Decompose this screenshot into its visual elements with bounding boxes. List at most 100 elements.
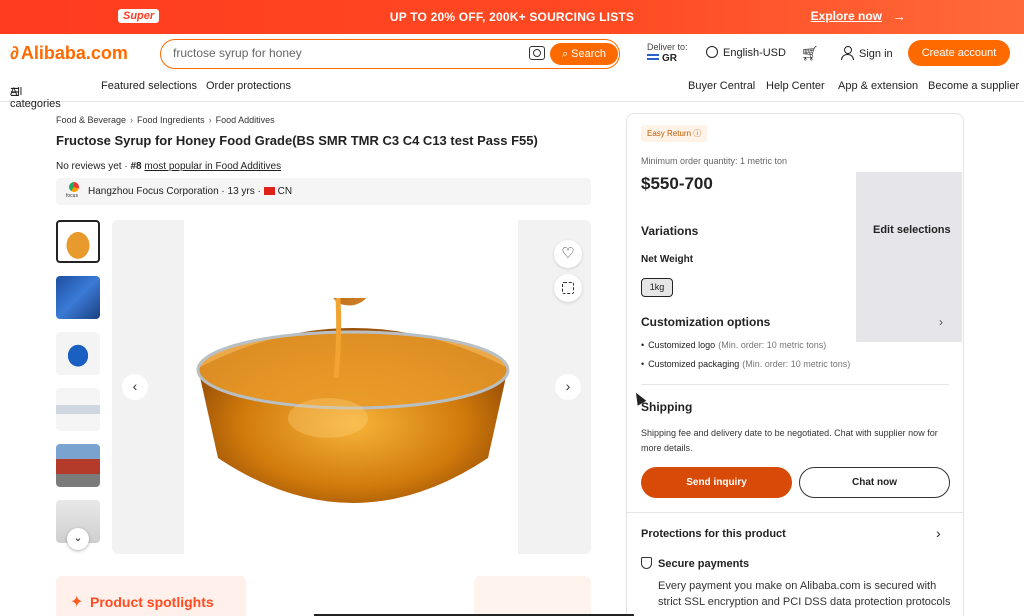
divider — [627, 512, 963, 513]
bullet: • — [641, 359, 645, 369]
breadcrumb-item[interactable]: Food & Beverage — [56, 115, 126, 125]
spotlights-label: Product spotlights — [90, 594, 214, 610]
deliver-country: GR — [647, 53, 688, 64]
arrow-right-icon: → — [892, 8, 906, 24]
shield-icon — [641, 557, 652, 569]
explore-now-link[interactable]: Explore now — [811, 9, 882, 23]
reviews-line: No reviews yet · #8 most popular in Food… — [56, 161, 282, 172]
featured-selections-link[interactable]: Featured selections — [101, 80, 197, 92]
deliver-label: Deliver to: — [647, 42, 688, 52]
custom-option-name: Customized packaging — [648, 359, 740, 369]
greece-flag-icon — [647, 54, 659, 63]
previous-image-button[interactable]: ‹ — [122, 374, 148, 400]
image-search-icon[interactable] — [554, 274, 582, 302]
price-range: $550-700 — [641, 174, 713, 193]
buyer-central-link[interactable]: Buyer Central — [688, 80, 755, 92]
breadcrumb-separator: › — [208, 115, 212, 125]
selection-overlay — [856, 172, 962, 342]
person-icon — [841, 46, 854, 60]
breadcrumb: Food & Beverage › Food Ingredients › Food Ad… — [56, 115, 275, 125]
app-extension-link[interactable]: App & extension — [838, 80, 918, 92]
main-product-image[interactable]: ‹ › ♡ — [112, 220, 591, 554]
camera-icon[interactable] — [529, 46, 545, 60]
chevron-right-icon[interactable]: › — [936, 525, 941, 541]
supplier-country: CN — [277, 186, 293, 197]
create-account-button[interactable]: Create account — [908, 40, 1010, 66]
language-label: English-USD — [723, 47, 786, 59]
thumbnail-syrup-spoon[interactable] — [56, 388, 100, 431]
spotlight-card[interactable] — [474, 576, 591, 616]
rank-number[interactable]: #8 — [130, 161, 141, 172]
honey-bowl-image — [196, 298, 510, 503]
send-inquiry-button[interactable]: Send inquiry — [641, 467, 792, 498]
category-nav: ☰ All categories Featured selections Ord… — [0, 74, 1024, 110]
thumbnail-truck-loading[interactable] — [56, 444, 100, 487]
chat-now-button[interactable]: Chat now — [799, 467, 950, 498]
bullet: • — [641, 340, 645, 350]
logo-mark-icon: ∂ — [10, 43, 19, 63]
supplier-name[interactable]: Hangzhou Focus Corporation — [88, 186, 219, 197]
shipping-heading: Shipping — [641, 400, 693, 414]
globe-icon — [706, 46, 718, 58]
product-title: Fructose Syrup for Honey Food Grade(BS S… — [56, 133, 538, 148]
divider — [641, 384, 949, 385]
reviews-text: No reviews yet — [56, 161, 122, 172]
cart-icon[interactable]: 🛒︎ — [801, 45, 819, 62]
net-weight-label: Net Weight — [641, 254, 694, 265]
alibaba-logo[interactable]: ∂ Alibaba.com — [10, 43, 128, 64]
thumbnail-blue-drum[interactable] — [56, 332, 100, 375]
customization-heading: Customization options — [641, 315, 771, 329]
thumbnail-honey-bowl[interactable] — [56, 220, 100, 263]
supplier-years: 13 yrs — [227, 186, 255, 197]
search-button[interactable]: ⌕ Search — [550, 43, 618, 65]
variations-heading: Variations — [641, 224, 699, 238]
heart-icon[interactable]: ♡ — [554, 240, 582, 268]
supplier-logo — [66, 182, 82, 200]
chevron-right-icon[interactable]: › — [939, 315, 943, 329]
protections-heading[interactable]: Protections for this product — [641, 528, 786, 540]
supplier-info: Hangzhou Focus Corporation · 13 yrs · CN — [88, 186, 293, 197]
language-selector[interactable]: English-USD — [706, 46, 786, 59]
sign-in-label: Sign in — [859, 48, 893, 60]
next-image-button[interactable]: › — [555, 374, 581, 400]
min-order-quantity: Minimum order quantity: 1 metric ton — [641, 156, 788, 166]
logo-text: Alibaba.com — [20, 43, 128, 63]
breadcrumb-item[interactable]: Food Ingredients — [137, 115, 205, 125]
search-bar: ⌕ Search — [160, 39, 620, 69]
search-button-label: Search — [571, 48, 607, 60]
custom-option-packaging: • Customized packaging (Min. order: 10 met… — [641, 359, 850, 369]
info-icon: ⓘ — [693, 129, 702, 138]
net-weight-option[interactable]: 1kg — [641, 278, 673, 297]
become-supplier-link[interactable]: Become a supplier — [928, 80, 1019, 92]
purchase-panel: Easy Return ⓘ Minimum order quantity: 1 … — [626, 113, 964, 616]
order-protections-link[interactable]: Order protections — [206, 80, 291, 92]
rank-link[interactable]: most popular in Food Additives — [144, 161, 281, 172]
custom-option-logo: • Customized logo (Min. order: 10 metric t… — [641, 340, 826, 350]
promo-banner[interactable]: Super UP TO 20% OFF, 200K+ SOURCING LIST… — [0, 0, 1024, 34]
sign-in-link[interactable]: Sign in — [841, 46, 893, 60]
secure-payments-heading: Secure payments — [641, 557, 749, 570]
custom-option-min: (Min. order: 10 metric tons) — [718, 340, 827, 350]
breadcrumb-item[interactable]: Food Additives — [216, 115, 275, 125]
secure-payments-text: Every payment you make on Alibaba.com is… — [658, 580, 951, 608]
custom-option-name: Customized logo — [648, 340, 716, 350]
chevron-down-icon[interactable]: ⌄ — [67, 528, 89, 550]
china-flag-icon — [263, 187, 275, 196]
shipping-text: Shipping fee and delivery date to be neg… — [641, 428, 938, 453]
product-spotlights[interactable]: ✦ Product spotlights — [56, 576, 246, 616]
search-input[interactable] — [173, 46, 513, 60]
supplier-bar[interactable]: Hangzhou Focus Corporation · 13 yrs · CN — [56, 178, 591, 205]
site-header: ∂Alibaba.com ⌕ Search Deliver to: GR Eng… — [0, 34, 1024, 74]
sparkle-icon: ✦ — [70, 594, 84, 611]
all-categories-label: All categories — [10, 86, 61, 110]
breadcrumb-separator: › — [130, 115, 134, 125]
easy-return-badge[interactable]: Easy Return ⓘ — [641, 125, 708, 142]
edit-selections-button[interactable]: Edit selections — [873, 224, 951, 236]
secure-payments-label: Secure payments — [658, 558, 750, 570]
help-center-link[interactable]: Help Center — [766, 80, 825, 92]
easy-return-label: Easy Return — [647, 129, 692, 138]
custom-option-min: (Min. order: 10 metric tons) — [742, 359, 851, 369]
country-code: GR — [662, 53, 677, 64]
deliver-to[interactable]: Deliver to: GR — [647, 42, 688, 64]
thumbnail-ibc-tank[interactable] — [56, 276, 100, 319]
